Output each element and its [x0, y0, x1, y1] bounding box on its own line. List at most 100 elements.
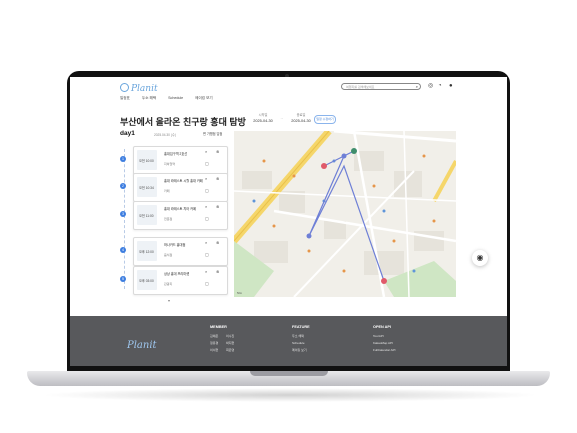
delete-icon[interactable]: ⊗	[216, 241, 219, 245]
route-start-marker[interactable]	[351, 148, 357, 154]
schedule-item[interactable]: 1 오전 10:00 홍대입구역 2호선 지하철역 ⌕ ⊗ ▢	[120, 146, 228, 175]
footer-link[interactable]: FullCalendar API	[373, 348, 396, 352]
search-placeholder: 여행지를 검색해보세요	[346, 85, 375, 89]
search-icon[interactable]: ⌕	[205, 241, 207, 245]
footer-member: MEMBER 김예은 이수진 정유경 박지현 이서현 최은영	[210, 325, 242, 355]
order-badge: 3	[120, 211, 126, 217]
main-nav: 일정표 두소 해택 Schedule 메이킹 보기	[120, 96, 213, 101]
footer-link[interactable]: KakaoMap API	[373, 341, 396, 345]
place-name: 하나카드 홍대점	[164, 243, 186, 247]
place-name: 상상 홍대 프리마켓	[164, 272, 190, 276]
user-icon[interactable]: ●	[449, 83, 453, 89]
delete-icon[interactable]: ⊗	[216, 270, 219, 274]
schedule-time: 오전 10:34	[139, 186, 154, 190]
end-date-label: 종료일	[296, 113, 306, 117]
footer-link[interactable]: Schedule	[292, 341, 310, 345]
chatbot-button[interactable]: ◉	[472, 250, 488, 266]
footer-logo: Planit	[127, 340, 157, 351]
route-marker[interactable]	[341, 153, 347, 159]
schedule-card[interactable]: 오후 03:00 상상 홍대 프리마켓 관광지 ⌕ ⊗ ▢	[133, 266, 228, 295]
schedule-time: 오전 10:00	[139, 159, 154, 163]
footer-link[interactable]: 메이킹 보기	[292, 348, 310, 352]
route-end-marker[interactable]	[381, 278, 387, 284]
footer-member-title: MEMBER	[210, 325, 227, 329]
route-marker[interactable]	[306, 233, 312, 239]
footer-feature-title: FEATURE	[292, 325, 310, 329]
order-badge: 4	[120, 247, 126, 253]
day-date: 2025.04.30 (수)	[154, 133, 176, 137]
search-icon[interactable]: ⌕	[205, 177, 207, 181]
member-row: 이서현 최은영	[210, 348, 235, 352]
page-title: 부산에서 올라온 친구랑 홍대 탐방	[120, 117, 246, 127]
laptop-shadow	[40, 388, 540, 402]
search-icon[interactable]: ⌕	[416, 85, 418, 89]
route-map[interactable]: 50m	[234, 131, 456, 297]
search-icon[interactable]: ⌕	[205, 205, 207, 209]
schedule-card[interactable]: 오전 10:00 홍대입구역 2호선 지하철역 ⌕ ⊗ ▢	[133, 146, 228, 175]
end-date-value: 2025-04-30	[291, 119, 311, 123]
laptop-screen: Planit 일정표 두소 해택 Schedule 메이킹 보기 여행지를 검색…	[70, 77, 507, 366]
footer-link[interactable]: 두소 해택	[292, 334, 310, 338]
place-name: 홍대입구역 2호선	[164, 152, 188, 156]
bell-icon[interactable]: ◔	[438, 83, 442, 89]
chatbot-icon: ◉	[476, 253, 484, 262]
delete-icon[interactable]: ⊗	[216, 205, 219, 209]
search-input[interactable]: 여행지를 검색해보세요 ⌕	[341, 83, 421, 90]
end-date: 종료일 2025-04-30	[286, 112, 316, 123]
place-category: 전문점	[164, 217, 173, 221]
order-badge: 2	[120, 183, 126, 189]
schedule-time: 오전 11:00	[139, 214, 154, 218]
footer-feature: FEATURE 두소 해택 Schedule 메이킹 보기	[292, 325, 310, 355]
place-category: 음식점	[164, 253, 173, 257]
place-name: 홍대 라떼스토 치아 카페	[164, 207, 196, 211]
map-scale: 50m	[237, 292, 243, 295]
site-header: Planit 일정표 두소 해택 Schedule 메이킹 보기 여행지를 검색…	[70, 77, 507, 107]
memo-icon[interactable]: ▢	[205, 282, 209, 286]
memo-icon[interactable]: ▢	[205, 162, 209, 166]
schedule-card[interactable]: 오전 11:00 홍대 라떼스토 치아 카페 전문점 ⌕ ⊗ ▢	[133, 201, 228, 230]
start-date: 시작일 2025-04-30	[248, 112, 278, 123]
nav-item-benefit[interactable]: 두소 해택	[142, 96, 156, 101]
schedule-card[interactable]: 오전 10:34 홍대 라떼스토 시월 홍대 카페 카페 ⌕ ⊗ ▢	[133, 173, 228, 202]
day-edit-link[interactable]: 편 가맹점 입점	[203, 131, 222, 136]
site-logo[interactable]: Planit	[120, 83, 158, 94]
search-icon[interactable]: ⌕	[205, 150, 207, 154]
schedule-item[interactable]: 2 오전 10:34 홍대 라떼스토 시월 홍대 카페 카페 ⌕ ⊗ ▢	[120, 173, 228, 202]
member-row: 정유경 박지현	[210, 341, 235, 345]
schedule-item[interactable]: 5 오후 03:00 상상 홍대 프리마켓 관광지 ⌕ ⊗ ▢	[120, 266, 228, 295]
delete-icon[interactable]: ⊗	[216, 150, 219, 154]
day-label: day1	[120, 130, 135, 137]
order-badge: 5	[120, 276, 126, 282]
laptop-base	[27, 371, 550, 386]
place-name: 홍대 라떼스토 시월 홍대 카페	[164, 179, 203, 183]
search-icon[interactable]: ⌕	[205, 270, 207, 274]
footer-link[interactable]: TourAPI	[373, 334, 396, 338]
delete-icon[interactable]: ⊗	[216, 177, 219, 181]
memo-icon[interactable]: ▢	[205, 253, 209, 257]
logo-icon	[120, 83, 129, 92]
globe-icon[interactable]: ◎	[428, 83, 433, 89]
route-marker[interactable]	[321, 163, 327, 169]
schedule-time: 오후 12:00	[139, 250, 154, 254]
logo-text: Planit	[131, 84, 158, 94]
start-date-label: 시작일	[258, 113, 268, 117]
nav-item-schedule[interactable]: Schedule	[168, 96, 183, 101]
edit-schedule-button[interactable]: 일정 수정하기	[314, 115, 336, 124]
schedule-card[interactable]: 오후 12:00 하나카드 홍대점 음식점 ⌕ ⊗ ▢	[133, 237, 228, 266]
memo-icon[interactable]: ▢	[205, 217, 209, 221]
footer-openapi: OPEN API TourAPI KakaoMap API FullCalend…	[373, 325, 396, 355]
map-canvas[interactable]	[234, 131, 456, 297]
memo-icon[interactable]: ▢	[205, 189, 209, 193]
place-category: 카페	[164, 189, 170, 193]
schedule-time: 오후 03:00	[139, 279, 154, 283]
scroll-more-icon[interactable]: ▾	[168, 298, 170, 303]
nav-item-view[interactable]: 메이킹 보기	[195, 96, 213, 101]
member-row: 김예은 이수진	[210, 334, 235, 338]
footer-openapi-title: OPEN API	[373, 325, 392, 329]
nav-item-schedule-table[interactable]: 일정표	[120, 96, 130, 101]
place-category: 관광지	[164, 282, 173, 286]
start-date-value: 2025-04-30	[253, 119, 273, 123]
order-badge: 1	[120, 156, 126, 162]
schedule-item[interactable]: 3 오전 11:00 홍대 라떼스토 치아 카페 전문점 ⌕ ⊗ ▢	[120, 201, 228, 230]
schedule-item[interactable]: 4 오후 12:00 하나카드 홍대점 음식점 ⌕ ⊗ ▢	[120, 237, 228, 266]
